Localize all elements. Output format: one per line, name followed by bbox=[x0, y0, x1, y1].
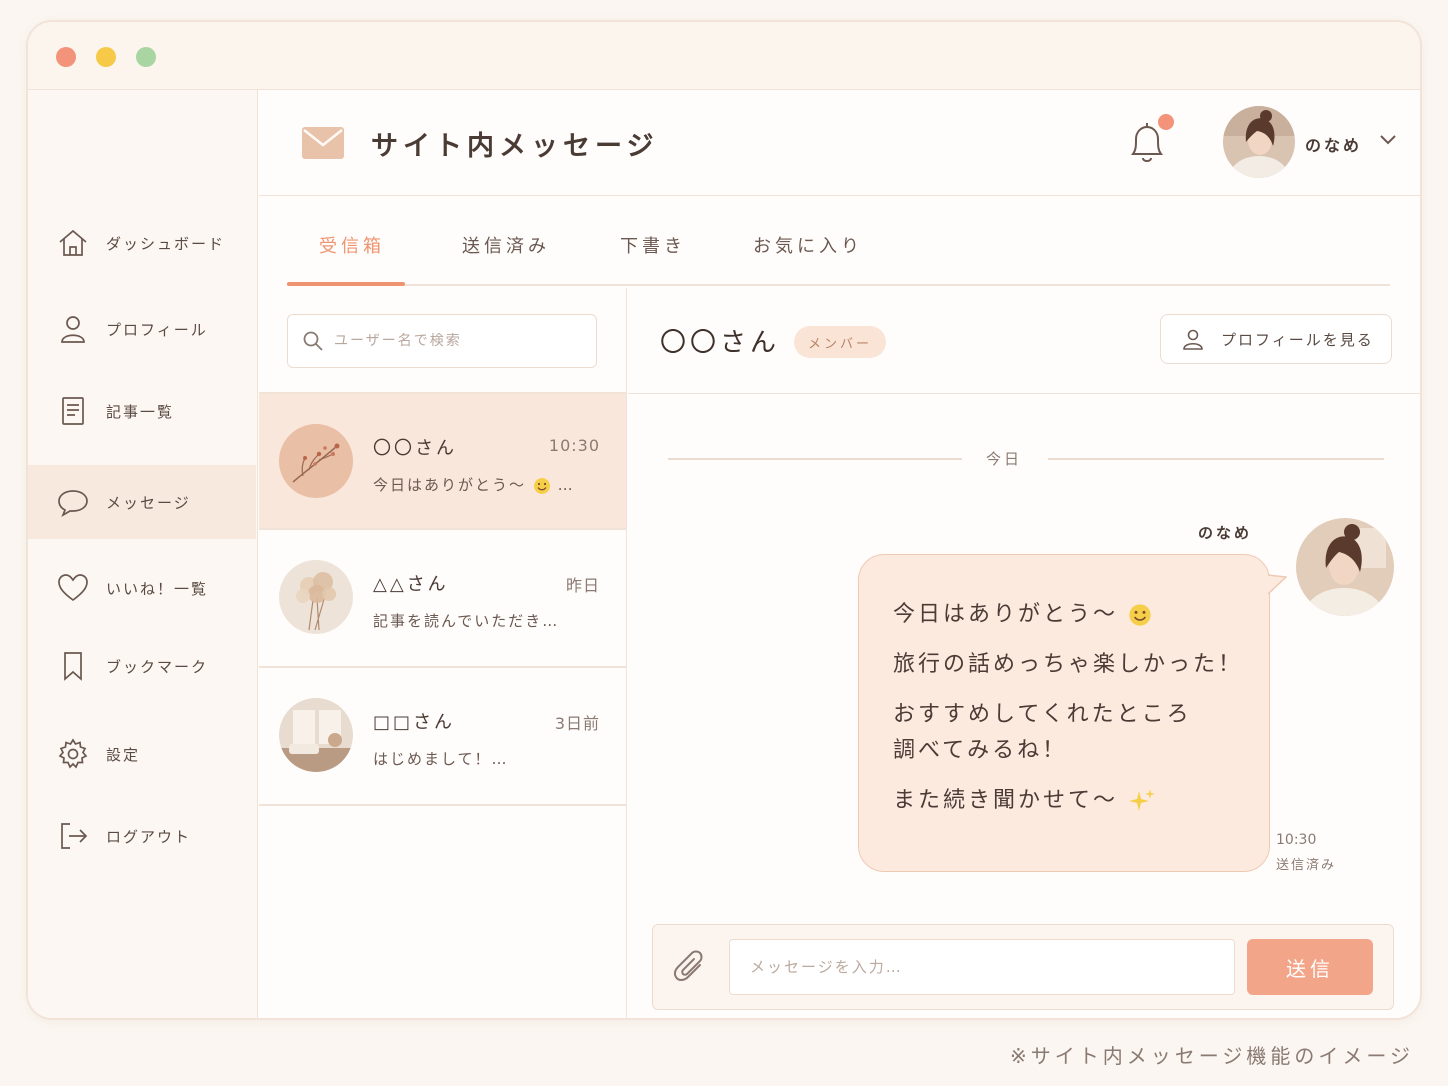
bubble-tail bbox=[1267, 574, 1287, 595]
title-bar bbox=[28, 22, 1420, 90]
search-box bbox=[287, 314, 597, 368]
sidebar-item-likes[interactable]: いいね！一覧 bbox=[28, 551, 256, 625]
separator-line bbox=[668, 458, 962, 460]
conversation-name: △△さん bbox=[373, 574, 449, 595]
day-label: 今日 bbox=[986, 450, 1023, 468]
conversation-list: 〇〇さん 10:30 今日はありがとう～ … △△さん 昨日 記事を読んでいただ… bbox=[259, 288, 627, 1018]
message-tabs: 受信箱 送信済み 下書き お気に入り bbox=[259, 196, 1420, 288]
tab-favorites[interactable]: お気に入り bbox=[753, 232, 863, 258]
gear-icon bbox=[58, 738, 88, 769]
conversation-name: 〇〇さん bbox=[373, 438, 457, 459]
tab-sent[interactable]: 送信済み bbox=[462, 232, 550, 258]
active-tab-indicator bbox=[287, 282, 405, 286]
paperclip-icon[interactable] bbox=[673, 949, 707, 985]
sidebar-item-label: いいね！一覧 bbox=[106, 579, 209, 598]
sidebar-item-bookmarks[interactable]: ブックマーク bbox=[28, 629, 256, 703]
message-line: また続き聞かせて～ bbox=[893, 783, 1269, 819]
message-composer: 送信 bbox=[652, 924, 1394, 1010]
conversation-preview: はじめまして！… bbox=[373, 750, 509, 768]
day-separator: 今日 bbox=[668, 448, 1384, 468]
sidebar-item-label: 記事一覧 bbox=[106, 402, 175, 421]
message-sender: のなめ bbox=[1198, 524, 1253, 542]
avatar bbox=[279, 560, 353, 634]
sidebar-item-settings[interactable]: 設定 bbox=[28, 717, 256, 791]
sparkles-emoji-icon bbox=[1129, 789, 1156, 811]
heart-icon bbox=[58, 574, 88, 602]
home-icon bbox=[59, 229, 87, 256]
sidebar-item-label: 設定 bbox=[106, 745, 141, 764]
smile-emoji-icon bbox=[1129, 604, 1151, 626]
sidebar: ダッシュボード プロフィール 記事一覧 メッセージ いいね！一覧 ブックマーク … bbox=[28, 90, 258, 1018]
message-bubble: 今日はありがとう～ 旅行の話めっちゃ楽しかった！ おすすめしてくれたところ 調べ… bbox=[858, 554, 1287, 872]
chat-partner-name: 〇〇さん bbox=[660, 328, 781, 358]
view-profile-button[interactable]: プロフィールを見る bbox=[1160, 314, 1392, 364]
message-line: 今日はありがとう～ bbox=[893, 597, 1269, 633]
message-line: 旅行の話めっちゃ楽しかった！ bbox=[893, 652, 1244, 677]
chat-bubble-icon bbox=[58, 490, 88, 517]
app-window: ダッシュボード プロフィール 記事一覧 メッセージ いいね！一覧 ブックマーク … bbox=[26, 20, 1422, 1020]
image-caption: ※サイト内メッセージ機能のイメージ bbox=[1010, 1044, 1414, 1068]
maximize-window-button[interactable] bbox=[136, 47, 156, 67]
message-input-box bbox=[729, 939, 1235, 995]
bookmark-icon bbox=[64, 652, 82, 681]
preview-text: 今日はありがとう～ bbox=[373, 476, 527, 494]
separator-line bbox=[1048, 458, 1384, 460]
message-input[interactable] bbox=[750, 958, 1210, 976]
user-icon bbox=[1183, 329, 1203, 350]
sidebar-item-label: メッセージ bbox=[106, 493, 191, 512]
list-item[interactable]: □□さん 3日前 はじめまして！… bbox=[259, 668, 626, 802]
search-icon bbox=[303, 331, 323, 351]
close-window-button[interactable] bbox=[56, 47, 76, 67]
sidebar-item-messages[interactable]: メッセージ bbox=[28, 465, 256, 539]
divider bbox=[259, 804, 626, 806]
member-badge: メンバー bbox=[794, 326, 887, 358]
conversation-preview: 今日はありがとう～ … bbox=[373, 474, 575, 495]
avatar[interactable] bbox=[1223, 106, 1295, 178]
list-item[interactable]: △△さん 昨日 記事を読んでいただき… bbox=[259, 530, 626, 664]
conversation-time: 昨日 bbox=[565, 576, 600, 595]
chat-panel: 〇〇さん メンバー プロフィールを見る 今日 のなめ 今日はありがとう～ 旅行の… bbox=[628, 288, 1420, 1018]
smile-emoji-icon bbox=[533, 477, 550, 494]
avatar bbox=[1296, 518, 1394, 616]
envelope-icon bbox=[302, 127, 344, 159]
send-button[interactable]: 送信 bbox=[1247, 939, 1373, 995]
chat-header: 〇〇さん メンバー プロフィールを見る bbox=[628, 288, 1420, 394]
sidebar-item-label: ブックマーク bbox=[106, 657, 209, 676]
sidebar-item-label: ダッシュボード bbox=[106, 234, 226, 253]
chevron-down-icon[interactable] bbox=[1379, 134, 1397, 146]
view-profile-label: プロフィールを見る bbox=[1221, 331, 1374, 349]
logout-icon bbox=[61, 823, 88, 849]
sidebar-item-logout[interactable]: ログアウト bbox=[28, 799, 256, 873]
message-time: 10:30 bbox=[1276, 832, 1317, 848]
list-item[interactable]: 〇〇さん 10:30 今日はありがとう～ … bbox=[259, 394, 626, 528]
message-text: 今日はありがとう～ bbox=[893, 602, 1119, 627]
search-input[interactable] bbox=[334, 333, 574, 349]
tabs-divider bbox=[287, 284, 1390, 286]
message-status: 送信済み bbox=[1276, 858, 1337, 873]
preview-ellipsis: … bbox=[550, 476, 575, 494]
document-icon bbox=[62, 397, 84, 425]
sidebar-item-dashboard[interactable]: ダッシュボード bbox=[28, 206, 256, 280]
tab-drafts[interactable]: 下書き bbox=[620, 232, 686, 258]
conversation-time: 3日前 bbox=[554, 714, 600, 733]
avatar bbox=[279, 424, 353, 498]
conversation-time: 10:30 bbox=[548, 436, 600, 455]
user-icon bbox=[61, 316, 85, 343]
message-line: おすすめしてくれたところ bbox=[893, 702, 1192, 727]
page-header: サイト内メッセージ のなめ bbox=[259, 90, 1420, 196]
sidebar-item-label: プロフィール bbox=[106, 320, 208, 339]
minimize-window-button[interactable] bbox=[96, 47, 116, 67]
sidebar-item-label: ログアウト bbox=[106, 827, 192, 846]
tab-inbox[interactable]: 受信箱 bbox=[319, 232, 385, 258]
message-text: また続き聞かせて～ bbox=[893, 788, 1119, 813]
avatar bbox=[279, 698, 353, 772]
notification-badge bbox=[1158, 114, 1174, 130]
page-title: サイト内メッセージ bbox=[371, 131, 659, 162]
conversation-preview: 記事を読んでいただき… bbox=[373, 612, 560, 630]
sidebar-item-profile[interactable]: プロフィール bbox=[28, 292, 256, 366]
sidebar-item-articles[interactable]: 記事一覧 bbox=[28, 374, 256, 448]
message-line: 調べてみるね！ bbox=[893, 738, 1068, 763]
user-name[interactable]: のなめ bbox=[1305, 132, 1362, 156]
conversation-name: □□さん bbox=[373, 712, 456, 733]
